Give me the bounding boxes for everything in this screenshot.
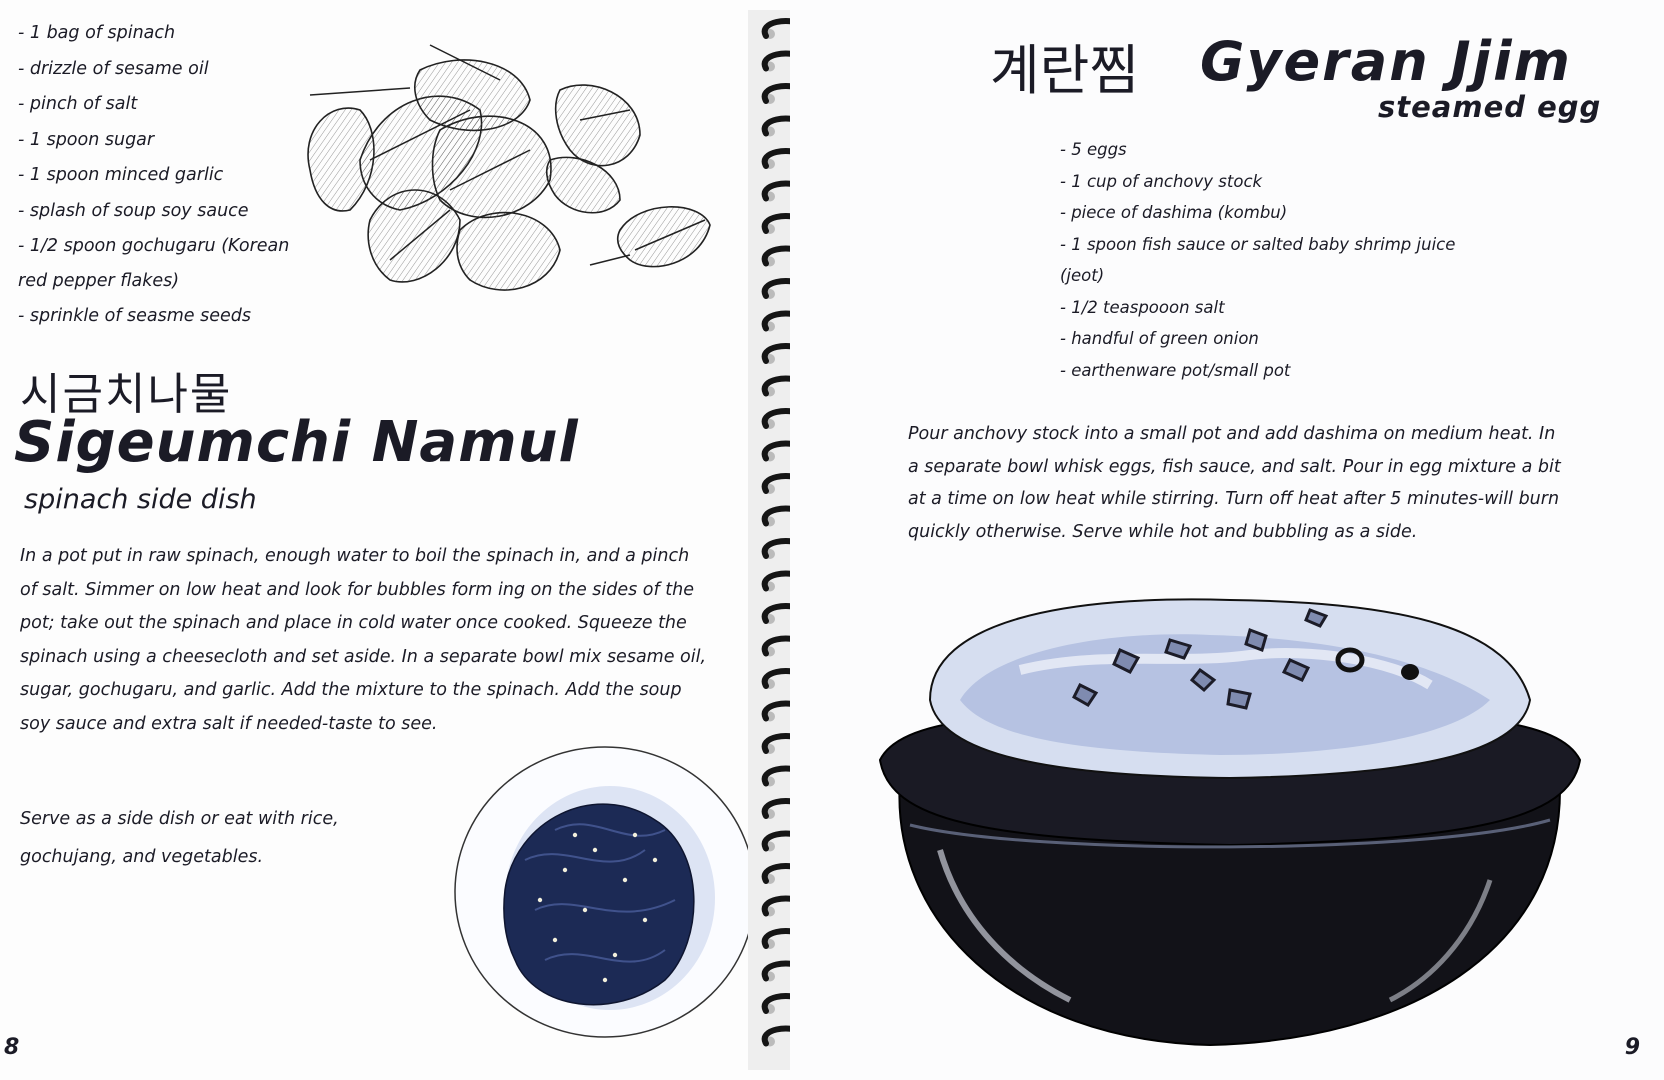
page-number-right: 9 [1624, 1035, 1640, 1060]
egg-title: Gyeran Jjim [1200, 30, 1572, 93]
ingredient-item: - 1/2 spoon gochugaru (Korean red pepper… [18, 236, 290, 291]
ingredient-item: - piece of dashima (kombu) [1060, 203, 1288, 222]
spinach-title: Sigeumchi Namul [14, 410, 579, 475]
ingredient-item: - 1 cup of anchovy stock [1060, 171, 1263, 191]
ingredient-item: - 1 spoon sugar [18, 129, 155, 150]
ingredient-item: - drizzle of sesame oil [18, 58, 209, 79]
egg-korean-title: 계란찜 [990, 39, 1140, 102]
ingredient-item: - 1 spoon minced garlic [18, 165, 224, 185]
ingredient-item: - earthenware pot/small pot [1060, 360, 1291, 380]
egg-instructions: Pour anchovy stock into a small pot and … [908, 424, 1561, 542]
steamed-egg-pot-illustration [878, 598, 1582, 1047]
ingredient-item: - 1 bag of spinach [18, 23, 176, 43]
spinach-subtitle: spinach side dish [24, 484, 257, 515]
spinach-plate-illustration [454, 746, 756, 1038]
right-page: 계란찜 Gyeran Jjim steamed egg - 5 eggs - 1… [790, 0, 1664, 1080]
page-number-left: 8 [4, 1035, 20, 1060]
spinach-serving-note: Serve as a side dish or eat with rice, g… [20, 809, 339, 867]
spinach-instructions: In a pot put in raw spinach, enough wate… [20, 546, 707, 734]
left-page: - 1 bag of spinach - drizzle of sesame o… [0, 0, 790, 1080]
ingredient-item: - splash of soup soy sauce [18, 200, 249, 221]
ingredient-item: - 5 eggs [1060, 140, 1127, 159]
ingredient-item: - 1/2 teaspooon salt [1060, 297, 1225, 317]
spinach-leaves-illustration [307, 44, 711, 291]
ingredient-item: - pinch of salt [18, 94, 138, 114]
ingredient-item: - 1 spoon fish sauce or salted baby shri… [1060, 234, 1456, 286]
egg-subtitle: steamed egg [1378, 90, 1602, 124]
spinach-ingredients-list: - 1 bag of spinach - drizzle of sesame o… [18, 16, 308, 335]
ingredient-item: - handful of green onion [1060, 329, 1259, 348]
ingredient-item: - sprinkle of seasme seeds [18, 306, 251, 326]
egg-ingredients-list: - 5 eggs - 1 cup of anchovy stock - piec… [1060, 134, 1500, 386]
